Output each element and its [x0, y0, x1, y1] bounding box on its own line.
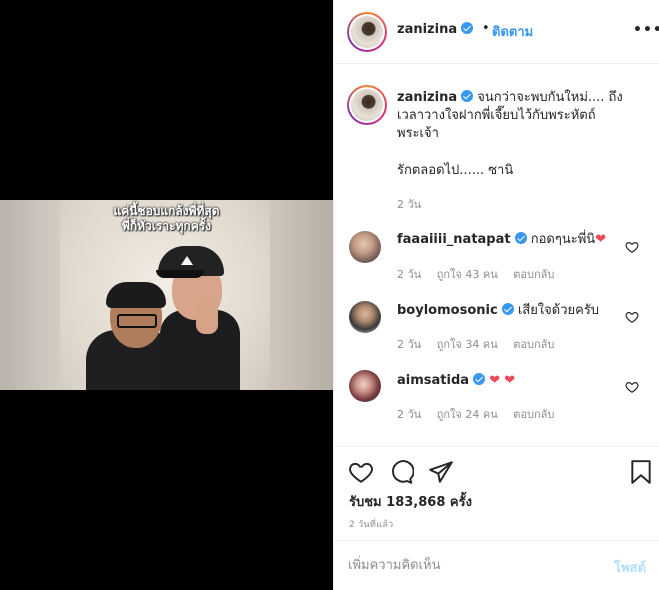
like-heart-icon[interactable]	[348, 459, 374, 485]
reply-button[interactable]: ตอบกลับ	[513, 338, 554, 351]
comment-likes[interactable]: ถูกใจ 34 คน	[437, 338, 498, 351]
comment-meta: 2 วัน ถูกใจ 43 คน ตอบกลับ	[397, 265, 566, 283]
comment-text: faaaiiii_natapat กอดๆนะพี่นิ❤	[397, 231, 606, 249]
photo-person-left-hair	[106, 282, 166, 308]
caption-line-1: จนกว่าจะพบกันใหม่.... ถึง	[477, 90, 623, 105]
photo-cap-brim	[156, 270, 204, 278]
like-comment-icon[interactable]	[625, 310, 639, 324]
comment-likes[interactable]: ถูกใจ 24 คน	[437, 408, 498, 421]
comment-avatar[interactable]	[349, 301, 381, 333]
comment-body: กอดๆนะพี่นิ	[530, 232, 596, 247]
comments-scroll[interactable]: zanizina จนกว่าจะพบกันใหม่.... ถึง เวลาว…	[334, 65, 659, 445]
verified-badge-icon	[473, 373, 486, 385]
verified-badge-icon	[461, 90, 474, 102]
comment-age: 2 วัน	[397, 268, 422, 281]
more-options-icon[interactable]: •••	[633, 22, 659, 38]
like-comment-icon[interactable]	[625, 240, 639, 254]
photo-cap-logo	[181, 256, 193, 265]
post-comment-button[interactable]: โพสต์	[614, 557, 646, 578]
add-comment-bar: โพสต์	[334, 540, 659, 590]
comment-likes[interactable]: ถูกใจ 43 คน	[437, 268, 498, 281]
comment-username[interactable]: faaaiiii_natapat	[397, 232, 511, 247]
header-username-text[interactable]: zanizina	[397, 22, 457, 37]
caption-avatar[interactable]	[347, 85, 387, 125]
comment-input[interactable]	[348, 555, 598, 575]
follow-button[interactable]: ติดตาม	[492, 21, 533, 42]
photo-glasses	[117, 314, 157, 328]
post-header: zanizina • ติดตาม •••	[334, 0, 659, 64]
red-heart-emoji: ❤	[595, 232, 607, 247]
caption-text: zanizina จนกว่าจะพบกันใหม่.... ถึง เวลาว…	[397, 89, 647, 143]
comment-text: aimsatida ❤ ❤	[397, 372, 515, 390]
like-comment-icon[interactable]	[625, 380, 639, 394]
header-dot: •	[482, 21, 490, 36]
post-sidebar: zanizina • ติดตาม ••• zanizina จนกว่าจะพ…	[333, 0, 659, 590]
save-bookmark-icon[interactable]	[628, 459, 654, 485]
caption-age: 2 วัน	[397, 198, 422, 211]
comment-meta: 2 วัน ถูกใจ 24 คน ตอบกลับ	[397, 405, 566, 423]
verified-badge-icon	[461, 22, 474, 34]
comment-avatar[interactable]	[349, 231, 381, 263]
share-paper-plane-icon[interactable]	[428, 459, 454, 485]
verified-badge-icon	[501, 303, 514, 315]
photo-peace-hand	[196, 300, 218, 334]
comment-text: boylomosonic เสียใจด้วยครับ	[397, 302, 599, 320]
caption-username[interactable]: zanizina	[397, 90, 457, 105]
comment-username[interactable]: aimsatida	[397, 373, 469, 388]
view-count[interactable]: รับชม 183,868 ครั้ง	[349, 491, 472, 512]
verified-badge-icon	[514, 232, 527, 244]
media-overlay-text-2: พี่ก็หัวเราะทุกครั้ง	[121, 219, 212, 233]
comment-meta: 2 วัน ถูกใจ 34 คน ตอบกลับ	[397, 335, 566, 353]
comment-body: เสียใจด้วยครับ	[517, 303, 600, 318]
reply-button[interactable]: ตอบกลับ	[513, 408, 554, 421]
header-avatar[interactable]	[347, 12, 387, 52]
caption-line-4: รักตลอดไป...... ซานิ	[397, 163, 514, 178]
post-timestamp[interactable]: 2 วันที่แล้ว	[349, 517, 394, 531]
comment-age: 2 วัน	[397, 338, 422, 351]
caption-line-3: พระเจ้า	[397, 126, 439, 141]
comment-username[interactable]: boylomosonic	[397, 303, 498, 318]
red-heart-emoji: ❤ ❤	[489, 373, 516, 388]
post-actions: รับชม 183,868 ครั้ง 2 วันที่แล้ว	[334, 446, 659, 538]
post-media[interactable]: แค่นี้ชอบแกล้งพี่ที่สุด พี่ก็หัวเราะทุกค…	[0, 0, 333, 590]
caption-line-2: เวลาวางใจฝากพี่เจี๊ยบไว้กับพระหัตถ์	[397, 108, 596, 123]
reply-button[interactable]: ตอบกลับ	[513, 268, 554, 281]
comment-bubble-icon[interactable]	[388, 459, 414, 485]
comment-age: 2 วัน	[397, 408, 422, 421]
comment-avatar[interactable]	[349, 370, 381, 402]
header-username[interactable]: zanizina	[397, 22, 474, 37]
